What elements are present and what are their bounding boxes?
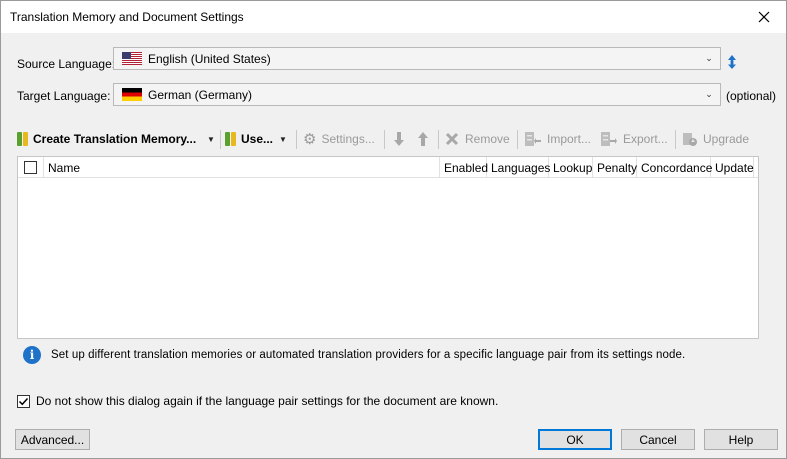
swap-languages-icon[interactable] <box>725 54 739 70</box>
optional-label: (optional) <box>726 89 777 103</box>
create-tm-dropdown[interactable]: ▼ <box>207 127 215 151</box>
create-tm-button[interactable]: Create Translation Memory... <box>17 127 196 151</box>
select-all-column <box>18 157 44 178</box>
select-all-checkbox[interactable] <box>24 161 37 174</box>
column-languages[interactable]: Languages <box>487 157 550 178</box>
column-lookup[interactable]: Lookup <box>549 157 593 178</box>
use-label: Use... <box>241 132 274 146</box>
upgrade-button[interactable]: Upgrade <box>682 127 749 151</box>
upgrade-icon <box>683 133 697 146</box>
column-enabled[interactable]: Enabled <box>440 157 488 178</box>
info-text: Set up different translation memories or… <box>51 349 686 361</box>
de-flag-icon <box>122 88 142 101</box>
remove-button[interactable]: Remove <box>445 127 510 151</box>
settings-button[interactable]: ⚙ Settings... <box>303 127 375 151</box>
create-tm-label: Create Translation Memory... <box>33 132 197 146</box>
column-concordance[interactable]: Concordance <box>637 157 712 178</box>
toolbar-separator <box>438 130 439 149</box>
info-icon: i <box>23 346 41 364</box>
target-language-value: German (Germany) <box>148 87 253 102</box>
import-button[interactable]: Import... <box>524 127 591 151</box>
upgrade-label: Upgrade <box>703 132 750 146</box>
remove-label: Remove <box>465 132 510 146</box>
title-bar: Translation Memory and Document Settings <box>1 1 786 33</box>
tm-list-header: Name Enabled Languages Lookup Penalty Co… <box>18 157 758 178</box>
import-label: Import... <box>547 132 592 146</box>
toolbar-separator <box>517 130 518 149</box>
dont-show-again-checkbox[interactable] <box>17 394 30 408</box>
tm-toolbar: Create Translation Memory... ▼ Use... ▼ … <box>17 127 757 151</box>
translation-memory-icon <box>17 132 28 146</box>
toolbar-separator <box>384 130 385 149</box>
window-title: Translation Memory and Document Settings <box>10 10 244 24</box>
info-message: i Set up different translation memories … <box>23 346 685 364</box>
checkmark-icon <box>18 397 29 405</box>
ok-button[interactable]: OK <box>538 429 612 450</box>
close-icon <box>758 11 770 22</box>
help-button[interactable]: Help <box>704 429 778 450</box>
remove-x-icon <box>445 132 459 146</box>
column-name[interactable]: Name <box>44 157 440 178</box>
gear-icon: ⚙ <box>303 131 317 148</box>
export-button[interactable]: Export... <box>600 127 668 151</box>
translation-memory-icon <box>225 132 236 146</box>
us-flag-icon <box>122 52 142 65</box>
move-up-button[interactable] <box>417 127 429 151</box>
source-language-label: Source Language: <box>17 57 116 71</box>
dont-show-again-label: Do not show this dialog again if the lan… <box>36 394 499 408</box>
arrow-down-icon <box>394 132 404 146</box>
close-button[interactable] <box>742 1 786 32</box>
toolbar-separator <box>296 130 297 149</box>
target-language-select[interactable]: German (Germany) ⌄ <box>113 83 721 106</box>
move-down-button[interactable] <box>393 127 405 151</box>
dropdown-arrow-icon: ▼ <box>279 134 287 144</box>
column-update[interactable]: Update <box>711 157 754 178</box>
tm-list[interactable]: Name Enabled Languages Lookup Penalty Co… <box>17 156 759 339</box>
target-language-label: Target Language: <box>17 89 111 103</box>
export-label: Export... <box>623 132 668 146</box>
import-icon <box>525 132 541 146</box>
source-language-value: English (United States) <box>148 51 271 66</box>
export-icon <box>601 132 617 146</box>
dont-show-again-option[interactable]: Do not show this dialog again if the lan… <box>17 394 498 408</box>
use-button[interactable]: Use... ▼ <box>225 127 287 151</box>
arrow-up-icon <box>418 132 428 146</box>
toolbar-separator <box>675 130 676 149</box>
advanced-button[interactable]: Advanced... <box>15 429 90 450</box>
source-language-select[interactable]: English (United States) ⌄ <box>113 47 721 70</box>
chevron-down-icon: ⌄ <box>705 53 713 63</box>
settings-label: Settings... <box>321 132 375 146</box>
chevron-down-icon: ⌄ <box>705 89 713 99</box>
toolbar-separator <box>220 130 221 149</box>
column-penalty[interactable]: Penalty <box>593 157 637 178</box>
cancel-button[interactable]: Cancel <box>621 429 695 450</box>
dropdown-arrow-icon: ▼ <box>207 134 215 144</box>
tm-settings-dialog: Translation Memory and Document Settings… <box>0 0 787 459</box>
